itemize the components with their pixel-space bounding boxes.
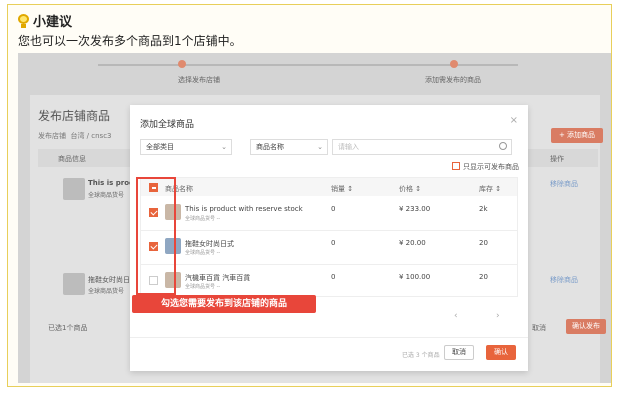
bg-product-thumb-2 bbox=[63, 273, 85, 295]
col-stock[interactable]: 库存 ↕ bbox=[479, 184, 501, 194]
row3-name: 汽機車百貨 汽車百貨 bbox=[185, 274, 251, 282]
col-sales[interactable]: 销量 ↕ bbox=[331, 184, 353, 194]
row2-sku: 全球商品货号 -- bbox=[185, 250, 221, 256]
category-select[interactable]: 全部类目 ⌄ bbox=[140, 139, 232, 155]
only-publishable-label: 只显示可发布商品 bbox=[463, 163, 519, 171]
col-price[interactable]: 价格 ↕ bbox=[399, 184, 421, 194]
bg-row1-sku: 全球商品货号 bbox=[88, 192, 125, 199]
pager-next-icon[interactable]: › bbox=[496, 311, 500, 321]
step-dot-2 bbox=[450, 60, 458, 68]
modal-cancel-button[interactable]: 取消 bbox=[444, 345, 474, 360]
category-select-value: 全部类目 bbox=[146, 143, 174, 151]
bg-confirm-publish-button[interactable]: 确认发布 bbox=[566, 319, 606, 334]
tip-text: 您也可以一次发布多个商品到1个店铺中。 bbox=[18, 34, 242, 48]
checkbox-highlight-box bbox=[136, 177, 176, 295]
bg-row1-remove[interactable]: 移除商品 bbox=[550, 179, 578, 189]
tip-title-text: 小建议 bbox=[33, 15, 73, 30]
modal-footer-divider bbox=[130, 337, 528, 338]
pager-prev-icon[interactable]: ‹ bbox=[454, 311, 458, 321]
search-icon[interactable] bbox=[499, 142, 507, 150]
bg-row2-sku: 全球商品货号 bbox=[88, 288, 125, 295]
step-dot-1 bbox=[178, 60, 186, 68]
add-global-products-modal: 添加全球商品 × 全部类目 ⌄ 商品名称 ⌄ 请输入 只显示可发布商品 商品名称… bbox=[130, 105, 528, 371]
instruction-callout: 勾选您需要发布到该店铺的商品 bbox=[132, 295, 316, 313]
tip-title: 小建议 bbox=[18, 11, 72, 30]
modal-confirm-button[interactable]: 确认 bbox=[486, 345, 516, 360]
bg-add-product-button[interactable]: + 添加商品 bbox=[551, 128, 603, 143]
row1-price: ¥ 233.00 bbox=[399, 205, 431, 213]
close-icon[interactable]: × bbox=[510, 115, 518, 126]
field-select[interactable]: 商品名称 ⌄ bbox=[250, 139, 328, 155]
row1-name: This is product with reserve stock bbox=[185, 205, 303, 213]
screenshot: 选择发布店铺 添加需发布的商品 发布店铺商品 发布店铺 台湾 / cnsc3 +… bbox=[18, 53, 611, 383]
row1-stock: 2k bbox=[479, 205, 488, 213]
modal-title: 添加全球商品 bbox=[140, 120, 195, 130]
row-divider bbox=[141, 230, 517, 231]
bg-product-thumb-1 bbox=[63, 178, 85, 200]
bg-row2-remove[interactable]: 移除商品 bbox=[550, 275, 578, 285]
bg-col-action: 操作 bbox=[550, 155, 564, 163]
field-select-value: 商品名称 bbox=[256, 143, 284, 151]
step-label-2: 添加需发布的商品 bbox=[425, 76, 481, 84]
search-placeholder: 请输入 bbox=[338, 143, 359, 151]
bg-row2-name: 拖鞋女时尚日 bbox=[88, 276, 130, 284]
bg-cancel-button[interactable]: 取消 bbox=[532, 323, 546, 333]
row3-sku: 全球商品货号 -- bbox=[185, 284, 221, 290]
row-divider bbox=[141, 264, 517, 265]
step-label-1: 选择发布店铺 bbox=[178, 76, 220, 84]
chevron-down-icon: ⌄ bbox=[221, 143, 227, 151]
bg-store-label: 发布店铺 台湾 / cnsc3 bbox=[38, 132, 112, 140]
lightbulb-icon bbox=[18, 13, 29, 28]
row2-sales: 0 bbox=[331, 239, 336, 247]
modal-selected-count: 已选 3 个商品 bbox=[402, 352, 440, 359]
tip-box: 小建议 您也可以一次发布多个商品到1个店铺中。 选择发布店铺 添加需发布的商品 … bbox=[7, 4, 612, 387]
row1-sales: 0 bbox=[331, 205, 336, 213]
search-input[interactable]: 请输入 bbox=[332, 139, 512, 155]
products-table: 商品名称 销量 ↕ 价格 ↕ 库存 ↕ This is product with… bbox=[140, 177, 518, 297]
row3-sales: 0 bbox=[331, 273, 336, 281]
table-header bbox=[141, 178, 517, 196]
row1-sku: 全球商品货号 -- bbox=[185, 216, 221, 222]
only-publishable-checkbox[interactable] bbox=[452, 162, 460, 170]
bg-col-product: 商品信息 bbox=[58, 155, 86, 163]
row2-price: ¥ 20.00 bbox=[399, 239, 426, 247]
row2-stock: 20 bbox=[479, 239, 488, 247]
bg-page-title: 发布店铺商品 bbox=[38, 109, 111, 123]
row2-name: 拖鞋女时尚日式 bbox=[185, 240, 234, 248]
row3-stock: 20 bbox=[479, 273, 488, 281]
bg-selected-count: 已选1个商品 bbox=[48, 324, 88, 332]
row3-price: ¥ 100.00 bbox=[399, 273, 431, 281]
chevron-down-icon: ⌄ bbox=[317, 143, 323, 151]
